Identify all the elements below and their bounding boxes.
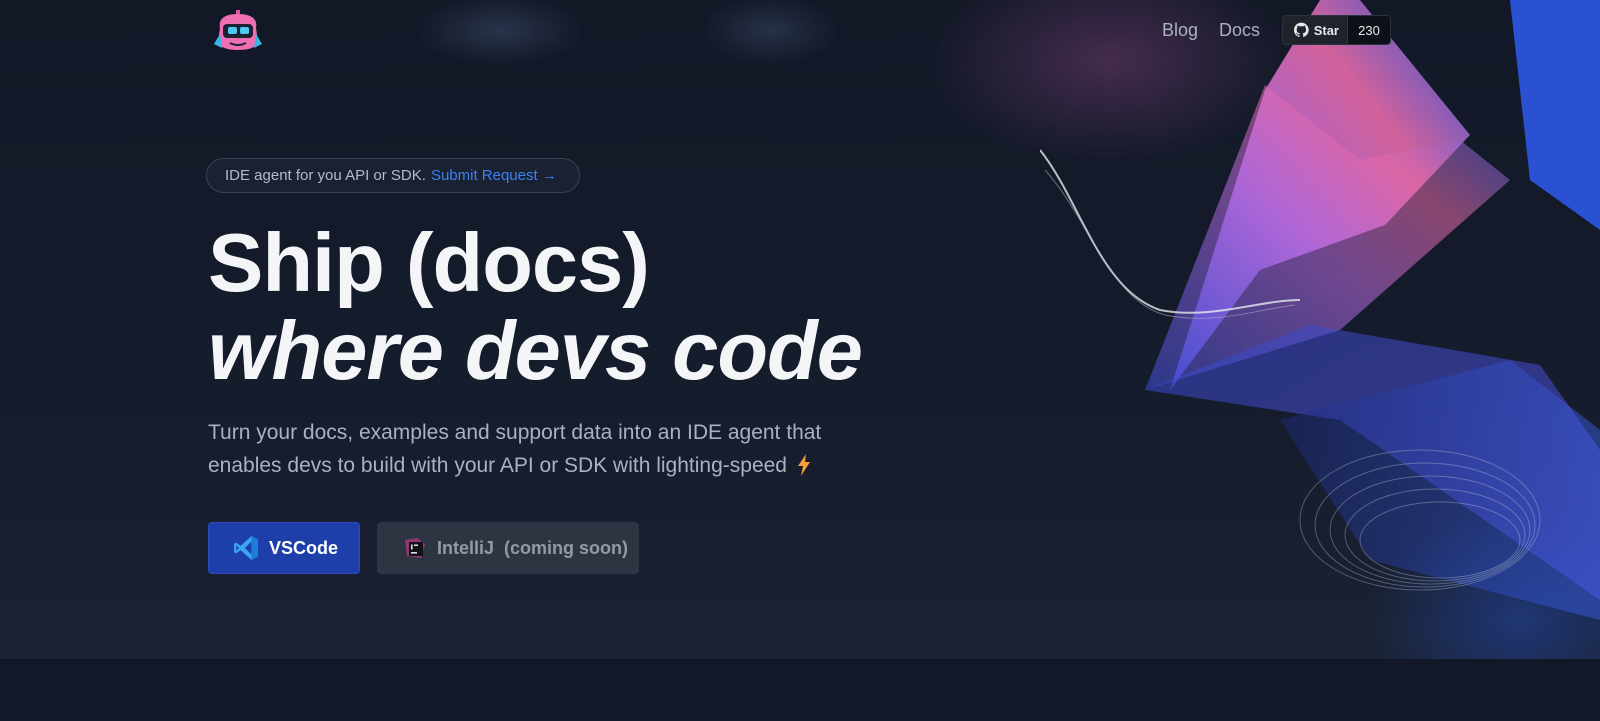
robot-mascot-icon[interactable] (212, 8, 264, 52)
nav-blog-link[interactable]: Blog (1162, 20, 1198, 41)
github-star-widget[interactable]: Star 230 (1282, 15, 1391, 45)
hero-title-line2: where devs code (208, 304, 863, 397)
hero-subtitle-text: Turn your docs, examples and support dat… (208, 421, 822, 477)
vscode-icon (234, 536, 258, 560)
vscode-button-label: VSCode (269, 537, 339, 558)
intellij-button-label: IntelliJ (coming soon) (437, 537, 629, 558)
nav-docs-link[interactable]: Docs (1219, 20, 1260, 41)
submit-request-link[interactable]: Submit Request → (431, 167, 557, 184)
github-star-label: Star (1313, 22, 1339, 38)
lightning-bolt-icon (798, 454, 810, 476)
github-icon (1294, 22, 1309, 37)
github-star-count[interactable]: 230 (1347, 16, 1390, 44)
hero-subtitle: Turn your docs, examples and support dat… (208, 416, 888, 482)
intellij-icon (405, 538, 425, 558)
intellij-button[interactable]: IntelliJ (coming soon) (377, 522, 639, 574)
announcement-text: IDE agent for you API or SDK. (225, 167, 426, 184)
hero-section: Blog Docs Star 230 IDE agent for you API… (0, 0, 1600, 659)
hero-title-line1: Ship (docs) (208, 216, 650, 309)
next-section (0, 659, 1600, 721)
github-star-button[interactable]: Star (1283, 16, 1347, 44)
abstract-ribbon-decoration (1040, 0, 1600, 620)
vscode-button[interactable]: VSCode (208, 522, 360, 574)
announcement-pill: IDE agent for you API or SDK. Submit Req… (206, 158, 580, 193)
